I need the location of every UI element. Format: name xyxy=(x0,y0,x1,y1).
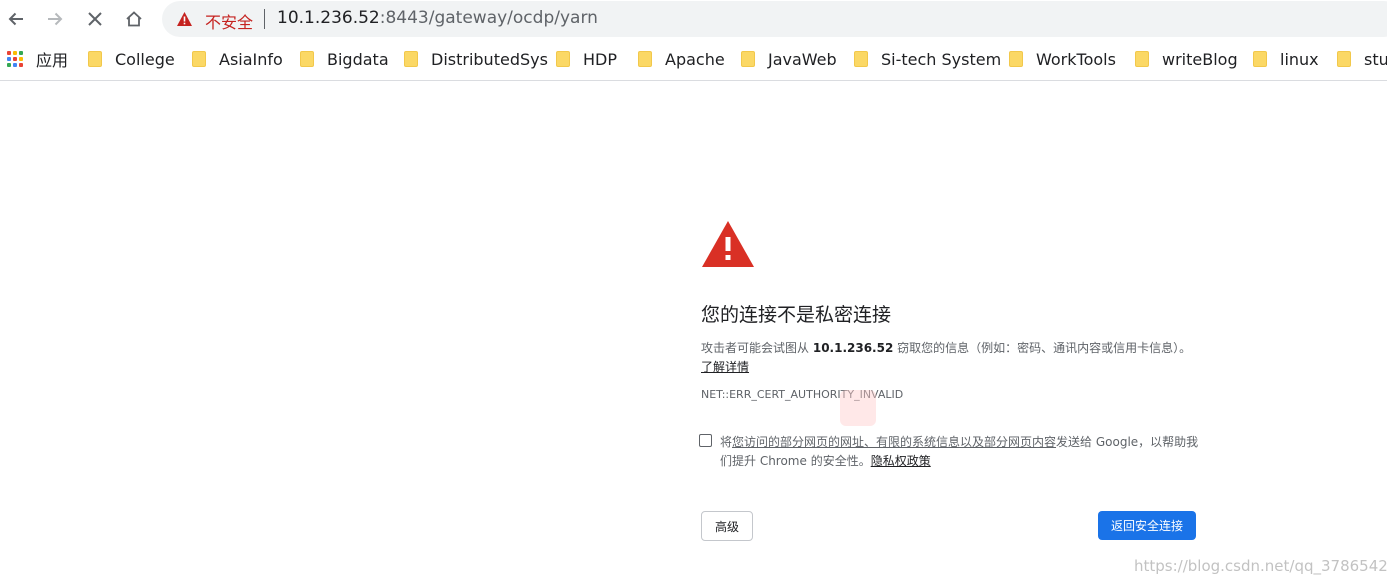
watermark-text: https://blog.csdn.net/qq_37865420 xyxy=(1134,557,1387,575)
bookmark-folder-bigdata[interactable]: Bigdata xyxy=(300,47,389,71)
apps-grid-icon xyxy=(7,51,23,67)
arrow-left-icon xyxy=(8,12,23,26)
url-host: 10.1.236.52 xyxy=(277,8,380,28)
bookmark-label: 应用 xyxy=(36,51,69,70)
desc-host: 10.1.236.52 xyxy=(812,341,894,355)
bookmark-folder-worktools[interactable]: WorkTools xyxy=(1009,47,1116,71)
bookmark-label: Bigdata xyxy=(327,49,389,69)
folder-icon xyxy=(88,51,102,67)
bookmark-folder-writeblog[interactable]: writeBlog xyxy=(1135,47,1238,71)
advanced-button[interactable]: 高级 xyxy=(701,511,753,541)
bookmark-label: writeBlog xyxy=(1162,49,1238,69)
folder-icon xyxy=(300,51,314,67)
bookmark-label: AsiaInfo xyxy=(219,49,283,69)
folder-icon xyxy=(741,51,755,67)
address-bar[interactable]: 不安全 10.1.236.52:8443/gateway/ocdp/yarn xyxy=(162,1,1387,37)
bookmark-label: College xyxy=(115,49,175,69)
bookmark-folder-linux[interactable]: linux xyxy=(1253,47,1319,71)
bookmark-folder-javaweb[interactable]: JavaWeb xyxy=(741,47,837,71)
bookmarks-bar: 应用 College AsiaInfo Bigdata DistributedS… xyxy=(0,38,1387,81)
bookmark-folder-college[interactable]: College xyxy=(88,47,175,71)
folder-icon xyxy=(1135,51,1149,67)
desc-prefix: 攻击者可能会试图从 xyxy=(701,341,810,355)
omnibox-divider xyxy=(264,9,265,29)
learn-more-link[interactable]: 了解详情 xyxy=(701,358,749,375)
bookmark-label: JavaWeb xyxy=(768,49,837,69)
stop-button[interactable] xyxy=(81,5,109,33)
not-secure-warning-icon[interactable] xyxy=(176,11,193,27)
page-heading: 您的连接不是私密连接 xyxy=(701,304,892,326)
folder-icon xyxy=(854,51,868,67)
bookmark-label: Apache xyxy=(665,49,725,69)
bookmark-folder-apache[interactable]: Apache xyxy=(638,47,725,71)
search-overlay-icon xyxy=(840,390,876,426)
folder-icon xyxy=(404,51,418,67)
close-icon xyxy=(88,12,102,26)
home-button[interactable] xyxy=(120,5,148,33)
warning-description: 攻击者可能会试图从 10.1.236.52 窃取您的信息（例如：密码、通讯内容或… xyxy=(701,339,1191,356)
bookmark-folder-stu[interactable]: stu xyxy=(1337,47,1387,71)
bookmark-apps[interactable]: 应用 xyxy=(7,47,68,71)
safe-browsing-optin-checkbox[interactable] xyxy=(699,434,712,447)
bookmark-folder-asiainfo[interactable]: AsiaInfo xyxy=(192,47,283,71)
back-to-safety-button[interactable]: 返回安全连接 xyxy=(1098,511,1196,540)
browser-toolbar: 不安全 10.1.236.52:8443/gateway/ocdp/yarn xyxy=(0,0,1387,38)
folder-icon xyxy=(556,51,570,67)
security-status-label[interactable]: 不安全 xyxy=(205,9,253,33)
bookmark-label: DistributedSys xyxy=(431,49,548,69)
url-path: :8443/gateway/ocdp/yarn xyxy=(379,8,598,28)
optin-underlined: 您访问的部分网页的网址、有限的系统信息以及部分网页内容 xyxy=(732,435,1057,449)
folder-icon xyxy=(1337,51,1351,67)
bookmark-label: Si-tech System xyxy=(881,49,1002,69)
bookmark-label: stu xyxy=(1364,49,1387,69)
bookmark-label: linux xyxy=(1280,49,1319,69)
folder-icon xyxy=(638,51,652,67)
forward-button[interactable] xyxy=(41,5,69,33)
warning-triangle-icon xyxy=(702,221,754,267)
privacy-policy-link[interactable]: 隐私权政策 xyxy=(871,454,931,468)
folder-icon xyxy=(192,51,206,67)
bookmark-folder-hdp[interactable]: HDP xyxy=(556,47,617,71)
folder-icon xyxy=(1253,51,1267,67)
optin-pre: 将 xyxy=(720,435,733,449)
bookmark-label: WorkTools xyxy=(1036,49,1116,69)
bookmark-folder-sitech-system[interactable]: Si-tech System xyxy=(854,47,1001,71)
bookmark-folder-distributedsys[interactable]: DistributedSys xyxy=(404,47,548,71)
url-text[interactable]: 10.1.236.52:8443/gateway/ocdp/yarn xyxy=(277,8,598,28)
bookmark-label: HDP xyxy=(583,49,617,69)
arrow-right-icon xyxy=(48,12,63,26)
folder-icon xyxy=(1009,51,1023,67)
safe-browsing-optin-text: 将您访问的部分网页的网址、有限的系统信息以及部分网页内容发送给 Google，以… xyxy=(720,433,1200,471)
back-button[interactable] xyxy=(2,5,30,33)
home-icon xyxy=(126,11,142,27)
desc-suffix: 窃取您的信息（例如：密码、通讯内容或信用卡信息）。 xyxy=(897,341,1192,355)
